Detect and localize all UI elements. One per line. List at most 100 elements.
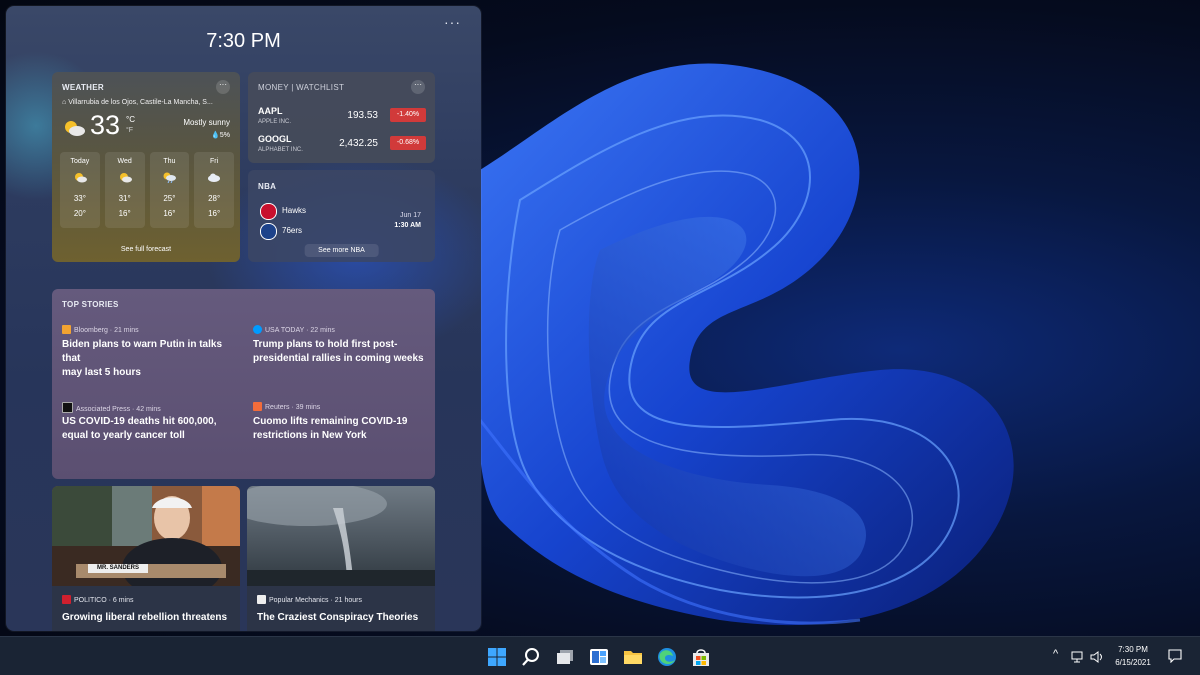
day-name: Today (70, 158, 90, 165)
money-widget[interactable]: MONEY | WATCHLIST ··· AAPL APPLE INC. 19… (248, 72, 435, 163)
weather-more-button[interactable]: ··· (216, 80, 230, 94)
news-source-text: Popular Mechanics · 21 hours (269, 597, 362, 604)
stock-row[interactable]: AAPL APPLE INC. 193.53 -1.40% (258, 106, 426, 130)
news-source: POLITICO · 6 mins (62, 595, 134, 604)
day-high: 28° (208, 194, 221, 203)
nba-header: NBA (258, 182, 277, 191)
weather-location[interactable]: ⌂ Villarrubia de los Ojos, Castile-La Ma… (62, 99, 213, 106)
news-image-card[interactable]: MR. SANDERS POLITICO · 6 mins Growing li… (52, 486, 240, 631)
news-image-card[interactable]: Popular Mechanics · 21 hours The Crazies… (247, 486, 435, 631)
partly-sunny-icon (60, 172, 100, 185)
show-hidden-icons-chevron-up-icon[interactable]: ^ (1053, 648, 1058, 660)
cloudy-icon (194, 172, 234, 185)
edge-icon[interactable] (656, 646, 678, 668)
top-stories-header: TOP STORIES (62, 300, 119, 309)
nba-widget[interactable]: NBA Hawks 76ers Jun 17 1:30 AM See more … (248, 170, 435, 262)
money-header: MONEY | WATCHLIST (258, 83, 345, 92)
start-icon[interactable] (486, 646, 508, 668)
story-title: Trump plans to hold first post-president… (253, 338, 424, 366)
story-source-text: Bloomberg · 21 mins (74, 327, 139, 334)
weather-location-text: Villarrubia de los Ojos, Castile-La Manc… (68, 99, 213, 106)
news-source-text: POLITICO · 6 mins (74, 597, 134, 604)
money-more-button[interactable]: ··· (411, 80, 425, 94)
story-title: Cuomo lifts remaining COVID-19 restrictio… (253, 415, 407, 443)
task-view-icon[interactable] (554, 646, 576, 668)
panel-clock: 7:30 PM (206, 30, 281, 52)
day-low: 16° (163, 209, 176, 218)
ap-logo-icon (62, 402, 73, 413)
stock-name: ALPHABET INC. (258, 147, 303, 153)
stock-row[interactable]: GOOGL ALPHABET INC. 2,432.25 -0.68% (258, 134, 426, 158)
day-low: 16° (208, 209, 221, 218)
name-placard: MR. SANDERS (88, 564, 148, 573)
story-title-line: Trump plans to hold first post- (253, 339, 398, 350)
stock-symbol: GOOGL (258, 134, 292, 144)
taskbar-clock-date[interactable]: 6/15/2021 (1110, 658, 1156, 667)
forecast-day[interactable]: Wed 31° 16° (104, 152, 145, 228)
usa-today-logo-icon (253, 325, 262, 334)
politico-logo-icon (62, 595, 71, 604)
see-full-forecast-link[interactable]: See full forecast (52, 246, 240, 253)
weather-condition: Mostly sunny (183, 118, 230, 127)
stock-symbol: AAPL (258, 106, 283, 116)
search-icon[interactable] (520, 646, 542, 668)
widgets-panel: 7:30 PM ··· WEATHER ··· ⌂ Villarrubia de… (6, 6, 481, 631)
story-source-text: Associated Press · 42 mins (76, 406, 161, 413)
story-source: Reuters · 39 mins (253, 402, 320, 411)
news-title: The Craziest Conspiracy Theories (257, 612, 419, 623)
day-name: Wed (117, 158, 132, 165)
store-icon[interactable] (690, 646, 712, 668)
stock-price: 193.53 (347, 110, 378, 121)
day-high: 31° (118, 194, 131, 203)
story-title: US COVID-19 deaths hit 600,000, equal to … (62, 415, 217, 443)
story-title: Biden plans to warn Putin in talks that m… (62, 338, 242, 380)
stock-name: APPLE INC. (258, 119, 292, 125)
forecast-days: Today 33° 20° Wed 31° 16° Thu 25° 16° Fr… (60, 152, 234, 228)
story-source: Associated Press · 42 mins (62, 402, 161, 413)
story-source-text: Reuters · 39 mins (265, 404, 321, 411)
hawks-logo-icon (260, 203, 277, 220)
taskbar-clock-time[interactable]: 7:30 PM (1114, 645, 1152, 654)
weather-widget[interactable]: WEATHER ··· ⌂ Villarrubia de los Ojos, C… (52, 72, 240, 262)
76ers-logo-icon (260, 223, 277, 240)
day-high: 25° (163, 194, 176, 203)
team-name: 76ers (282, 226, 303, 235)
story-title-line: US COVID-19 deaths hit 600,000, (62, 416, 217, 427)
day-low: 20° (73, 209, 86, 218)
story-title-line: may last 5 hours (62, 367, 141, 378)
team-name: Hawks (282, 206, 307, 215)
forecast-day[interactable]: Today 33° 20° (60, 152, 100, 228)
day-name: Fri (210, 158, 219, 165)
taskbar: ^ 7:30 PM 6/15/2021 (0, 636, 1200, 675)
news-photo (247, 486, 435, 586)
sun-rain-icon (150, 172, 190, 185)
stock-change-badge: -1.40% (390, 108, 426, 122)
partly-sunny-icon (105, 172, 145, 185)
stock-change-badge: -0.68% (390, 136, 426, 150)
fahrenheit-toggle[interactable]: °F (126, 127, 133, 134)
day-high: 33° (73, 194, 86, 203)
celsius-toggle[interactable]: °C (126, 115, 135, 124)
notifications-icon[interactable] (1168, 649, 1182, 668)
news-title: Growing liberal rebellion threatens (62, 612, 228, 623)
game-date: Jun 17 (399, 212, 421, 219)
panel-more-button[interactable]: ··· (444, 14, 461, 30)
story-source-text: USA TODAY · 22 mins (265, 327, 335, 334)
see-more-nba-link[interactable]: See more NBA (304, 244, 379, 257)
file-explorer-icon[interactable] (622, 646, 644, 668)
popular-mechanics-logo-icon (257, 595, 266, 604)
partly-sunny-icon (65, 121, 85, 136)
day-low: 16° (118, 209, 131, 218)
widgets-icon[interactable] (588, 646, 610, 668)
news-source: Popular Mechanics · 21 hours (257, 595, 362, 604)
network-icon[interactable] (1071, 650, 1085, 668)
story-title-line: restrictions in New York (253, 430, 367, 441)
bloomberg-logo-icon (62, 325, 71, 334)
weather-temp: 33 (90, 110, 121, 140)
game-time: 1:30 AM (394, 222, 421, 229)
precip-chance: 💧5% (211, 132, 230, 139)
forecast-day[interactable]: Thu 25° 16° (149, 152, 190, 228)
volume-icon[interactable] (1090, 650, 1104, 668)
stock-price: 2,432.25 (339, 138, 378, 149)
forecast-day[interactable]: Fri 28° 16° (194, 152, 234, 228)
